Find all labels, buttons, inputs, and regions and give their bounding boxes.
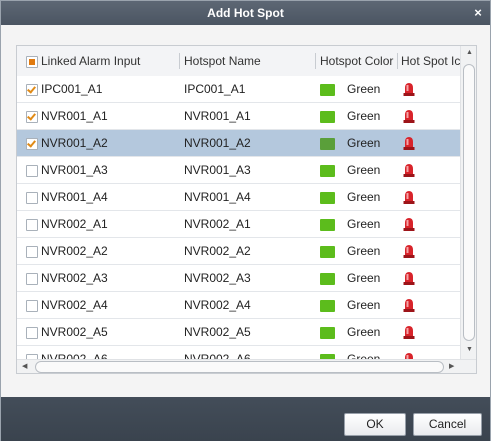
horizontal-scroll-thumb[interactable] [35,361,444,373]
color-swatch[interactable] [320,111,335,123]
table-row[interactable]: NVR002_A1 NVR002_A1 Green [17,211,460,238]
color-swatch[interactable] [320,327,335,339]
hotspot-color-cell[interactable]: Green [347,76,380,103]
hotspot-color-cell[interactable]: Green [347,265,380,292]
alarm-light-icon[interactable] [402,163,416,178]
hotspot-name-cell[interactable]: NVR002_A3 [184,265,251,292]
hotspot-color-cell[interactable]: Green [347,130,380,157]
close-icon[interactable]: × [470,1,486,25]
alarm-light-icon[interactable] [402,82,416,97]
hotspot-name-cell[interactable]: NVR002_A5 [184,319,251,346]
scroll-down-arrow-icon[interactable]: ▼ [466,346,473,353]
color-swatch[interactable] [320,219,335,231]
hotspot-color-cell[interactable]: Green [347,157,380,184]
select-all-checkbox[interactable] [26,56,38,68]
hotspot-name-cell[interactable]: NVR001_A3 [184,157,251,184]
hotspot-name-cell[interactable]: NVR002_A4 [184,292,251,319]
row-checkbox[interactable] [26,84,38,96]
alarm-light-icon[interactable] [402,325,416,340]
table-row[interactable]: NVR001_A3 NVR001_A3 Green [17,157,460,184]
column-divider[interactable] [397,53,398,69]
hotspot-name-cell[interactable]: NVR002_A2 [184,238,251,265]
hotspot-color-cell[interactable]: Green [347,238,380,265]
row-checkbox[interactable] [26,219,38,231]
row-checkbox[interactable] [26,246,38,258]
hotspot-color-cell[interactable]: Green [347,184,380,211]
scroll-up-arrow-icon[interactable]: ▲ [466,49,473,56]
ok-button[interactable]: OK [344,413,406,436]
row-checkbox[interactable] [26,165,38,177]
row-checkbox[interactable] [26,300,38,312]
alarm-light-icon[interactable] [402,190,416,205]
row-checkbox[interactable] [26,192,38,204]
linked-alarm-input-cell: NVR002_A5 [41,325,108,339]
row-checkbox[interactable] [26,273,38,285]
alarm-light-icon[interactable] [402,109,416,124]
linked-alarm-input-cell: NVR002_A3 [41,271,108,285]
hotspot-table: Linked Alarm Input Hotspot Name Hotspot … [16,45,477,374]
scroll-left-arrow-icon[interactable]: ◀ [22,362,27,370]
color-swatch[interactable] [320,192,335,204]
table-row[interactable]: NVR002_A5 NVR002_A5 Green [17,319,460,346]
horizontal-scrollbar[interactable]: ◀ ▶ [17,359,476,373]
hotspot-color-cell[interactable]: Green [347,319,380,346]
row-checkbox[interactable] [26,111,38,123]
color-swatch[interactable] [320,300,335,312]
vertical-scrollbar[interactable]: ▲ ▼ [460,46,476,359]
table-row[interactable]: NVR001_A2 NVR001_A2 Green [17,130,460,157]
table-row[interactable]: NVR002_A2 NVR002_A2 Green [17,238,460,265]
hotspot-name-cell[interactable]: NVR002_A1 [184,211,251,238]
linked-alarm-input-cell: NVR002_A2 [41,244,108,258]
color-swatch[interactable] [320,165,335,177]
hotspot-name-cell[interactable]: NVR001_A2 [184,130,251,157]
color-swatch[interactable] [320,273,335,285]
alarm-light-icon[interactable] [402,271,416,286]
dialog-title-bar[interactable]: Add Hot Spot × [1,1,490,25]
table-row[interactable]: NVR001_A4 NVR001_A4 Green [17,184,460,211]
linked-alarm-input-cell: NVR001_A3 [41,163,108,177]
alarm-light-icon[interactable] [402,298,416,313]
hotspot-name-cell[interactable]: NVR001_A4 [184,184,251,211]
column-header-linked-alarm-input[interactable]: Linked Alarm Input [41,46,140,76]
linked-alarm-input-cell: NVR001_A2 [41,136,108,150]
linked-alarm-input-cell: NVR002_A4 [41,298,108,312]
linked-alarm-input-cell: NVR002_A1 [41,217,108,231]
cancel-button[interactable]: Cancel [413,413,482,436]
table-header: Linked Alarm Input Hotspot Name Hotspot … [17,46,474,77]
dialog-footer: OK Cancel [1,397,490,441]
add-hot-spot-dialog: Add Hot Spot × Linked Alarm Input Hotspo… [0,0,491,441]
color-swatch[interactable] [320,138,335,150]
scroll-right-arrow-icon[interactable]: ▶ [449,362,454,370]
linked-alarm-input-cell: NVR001_A1 [41,109,108,123]
table-row[interactable]: NVR002_A3 NVR002_A3 Green [17,265,460,292]
linked-alarm-input-cell: NVR001_A4 [41,190,108,204]
table-row[interactable]: NVR001_A1 NVR001_A1 Green [17,103,460,130]
alarm-light-icon[interactable] [402,136,416,151]
vertical-scroll-thumb[interactable] [463,64,475,341]
table-row[interactable]: NVR002_A4 NVR002_A4 Green [17,292,460,319]
row-checkbox[interactable] [26,138,38,150]
table-row[interactable]: IPC001_A1 IPC001_A1 Green [17,76,460,103]
linked-alarm-input-cell: IPC001_A1 [41,82,103,96]
column-divider[interactable] [315,53,316,69]
hotspot-name-cell[interactable]: IPC001_A1 [184,76,245,103]
column-divider[interactable] [179,53,180,69]
alarm-light-icon[interactable] [402,244,416,259]
color-swatch[interactable] [320,84,335,96]
color-swatch[interactable] [320,246,335,258]
hotspot-color-cell[interactable]: Green [347,292,380,319]
column-header-hotspot-color[interactable]: Hotspot Color [320,46,393,76]
column-header-hotspot-name[interactable]: Hotspot Name [184,46,261,76]
hotspot-name-cell[interactable]: NVR001_A1 [184,103,251,130]
row-checkbox[interactable] [26,327,38,339]
dialog-title: Add Hot Spot [207,6,284,20]
hotspot-color-cell[interactable]: Green [347,211,380,238]
alarm-light-icon[interactable] [402,217,416,232]
hotspot-color-cell[interactable]: Green [347,103,380,130]
